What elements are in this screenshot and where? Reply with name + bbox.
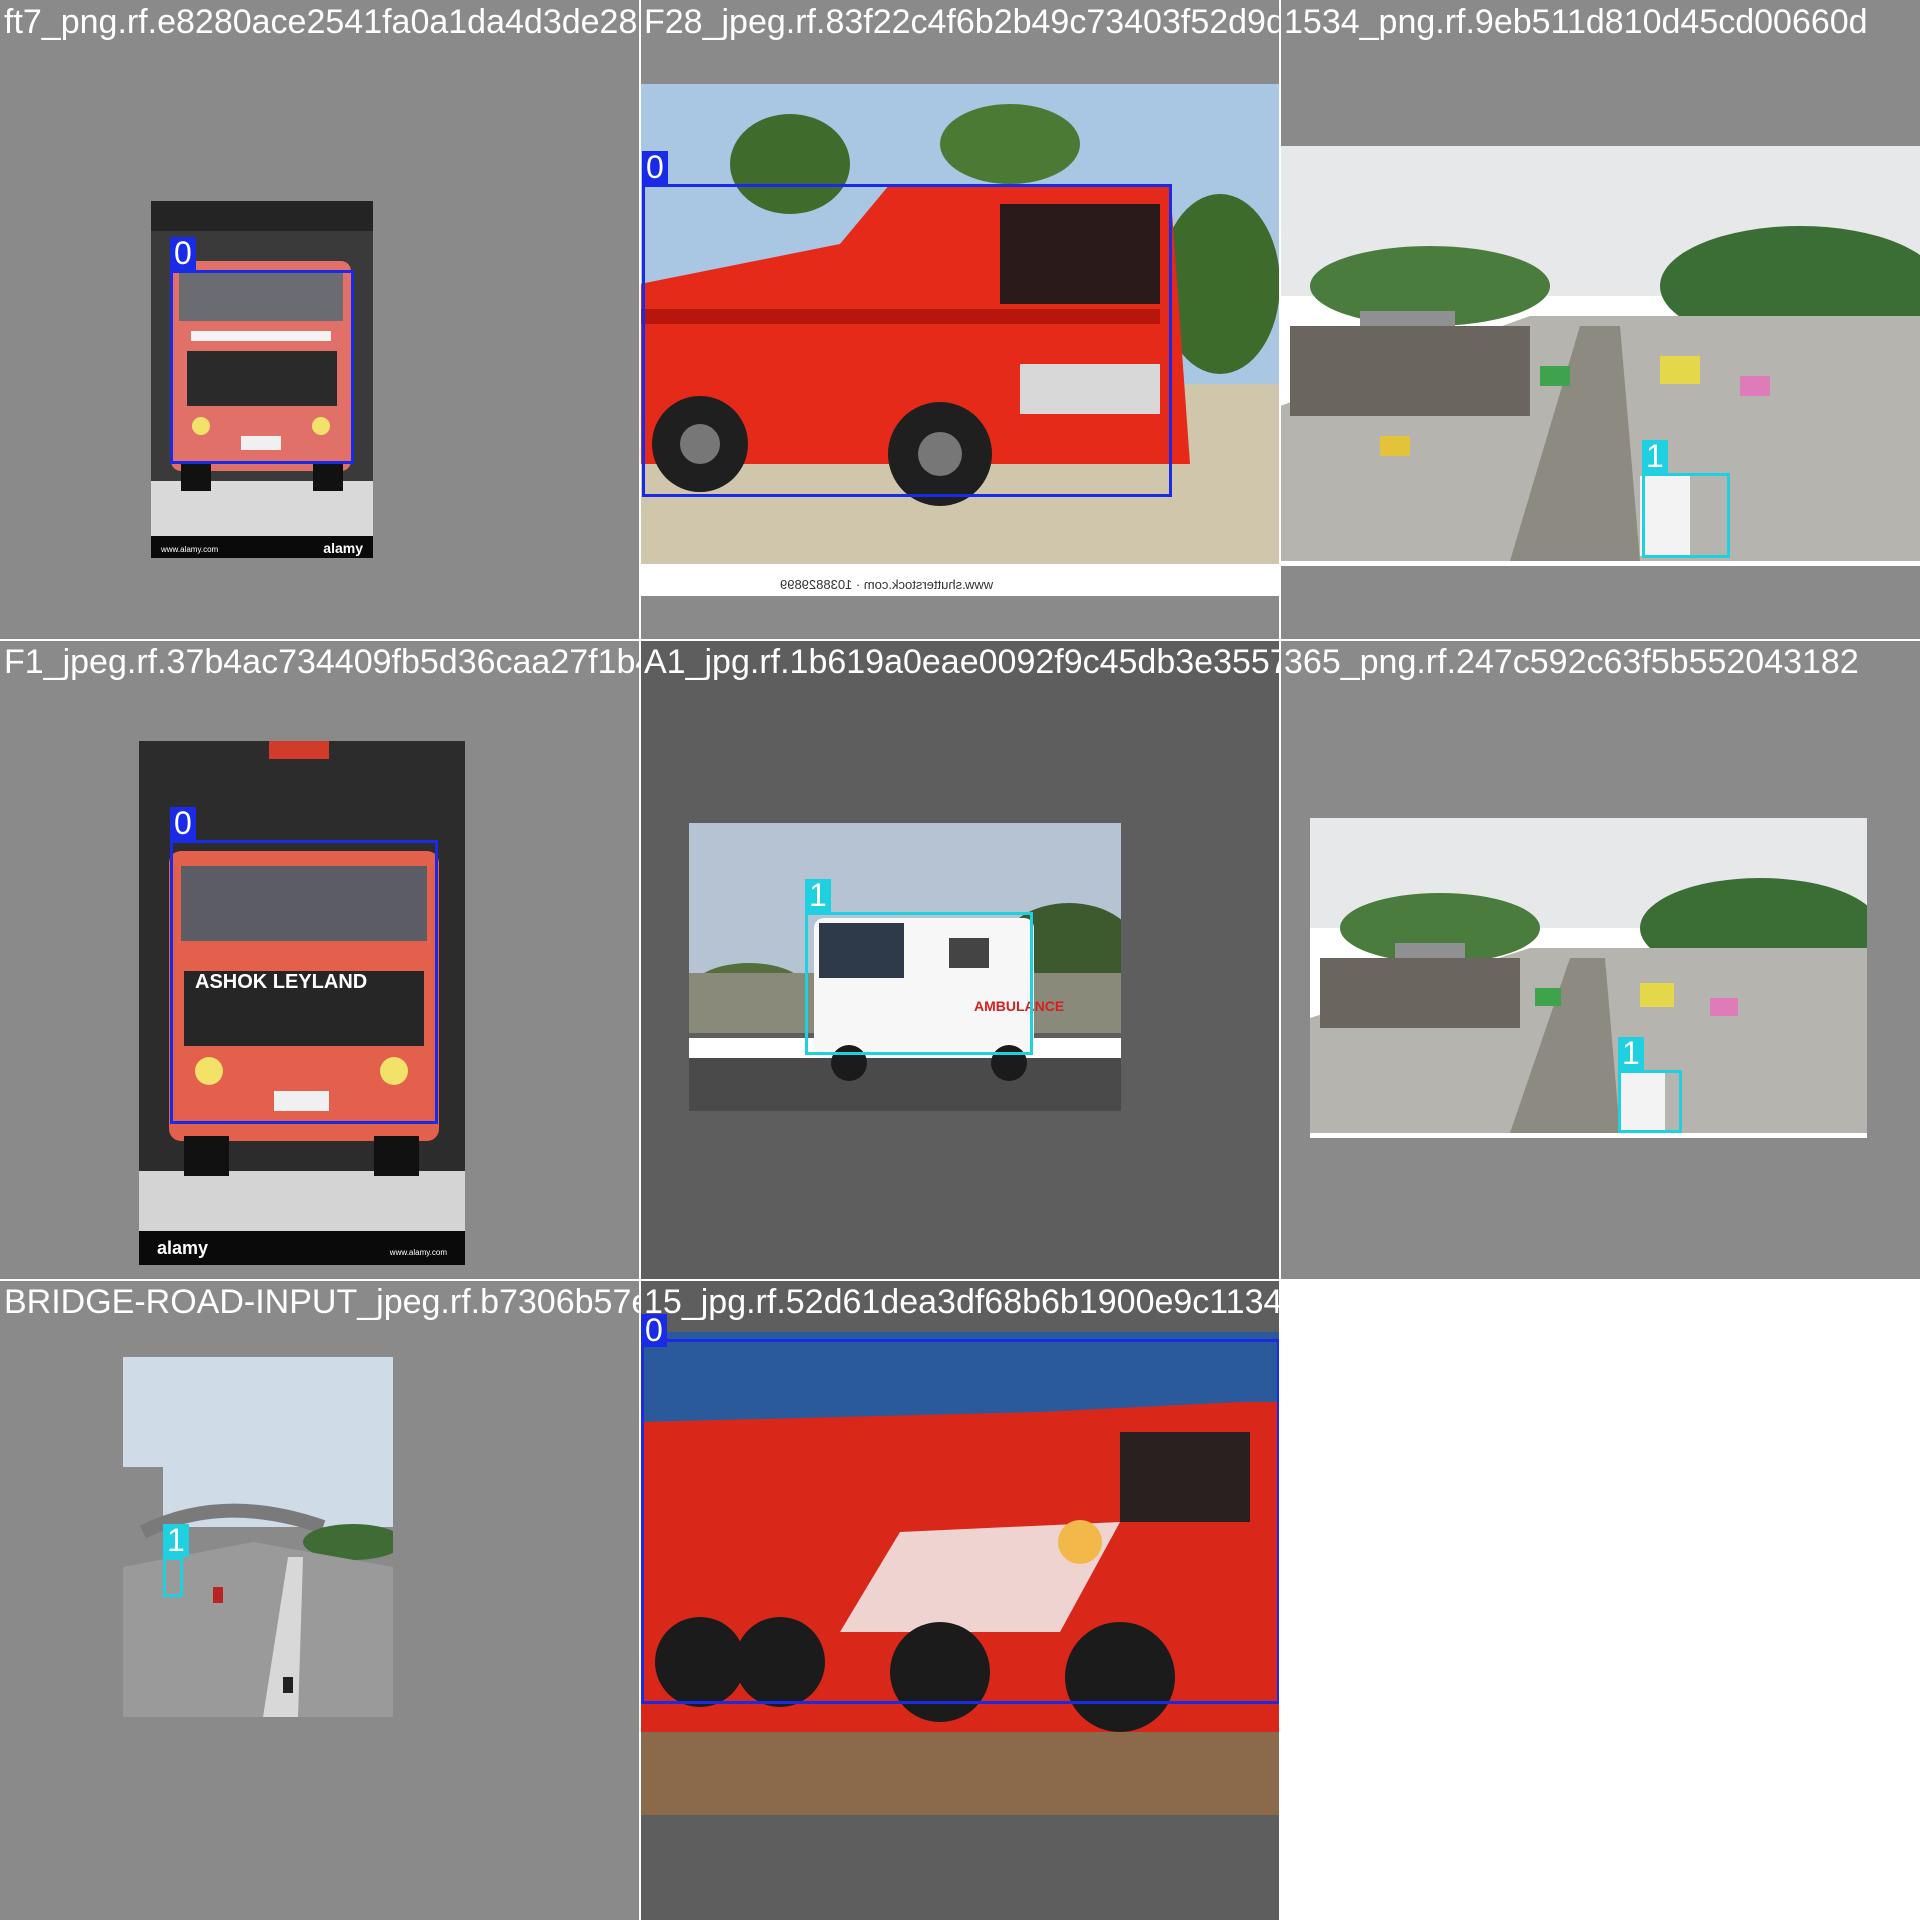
class-label: 0 — [642, 151, 668, 184]
class-label: 1 — [1642, 440, 1668, 473]
bounding-box[interactable]: 1 — [1618, 1037, 1682, 1133]
class-label: 0 — [170, 807, 196, 840]
bounding-box[interactable]: 1 — [805, 879, 1033, 1055]
class-label: 0 — [170, 237, 196, 270]
tile-6[interactable]: 365_png.rf.247c592c63f5b552043182 1 — [1280, 640, 1920, 1280]
watermark-text: alamy — [157, 1238, 209, 1258]
tile-8[interactable]: 15_jpg.rf.52d61dea3df68b6b1900e9c11340d4… — [640, 1280, 1280, 1920]
bounding-box[interactable]: 1 — [1642, 440, 1730, 558]
bounding-box[interactable]: 0 — [642, 151, 1172, 497]
grid-divider — [639, 0, 641, 1920]
tile-3[interactable]: 1534_png.rf.9eb511d810d45cd00660d 1 — [1280, 0, 1920, 640]
watermark-url: www.alamy.com — [389, 1248, 447, 1257]
class-label: 1 — [163, 1524, 189, 1557]
tile-title: 365_png.rf.247c592c63f5b552043182 — [1284, 643, 1859, 681]
watermark-text: alamy — [323, 540, 363, 556]
mosaic-grid: ft7_png.rf.e8280ace2541fa0a1da4d3de28606… — [0, 0, 1920, 1920]
tile-title: 15_jpg.rf.52d61dea3df68b6b1900e9c11340d4 — [644, 1283, 1280, 1321]
tile-title: A1_jpg.rf.1b619a0eae0092f9c45db3e35572fe — [644, 643, 1280, 681]
tile-title: F1_jpeg.rf.37b4ac734409fb5d36caa27f1b479… — [4, 643, 640, 681]
watermark-url: www.alamy.com — [161, 545, 219, 554]
grid-divider — [0, 639, 1920, 641]
tile-title: BRIDGE-ROAD-INPUT_jpeg.rf.b7306b57e8fa1 — [4, 1283, 640, 1321]
watermark-text: www.shutterstock.com · 1038829899 — [780, 577, 994, 592]
road-traffic-photo — [1310, 818, 1867, 1138]
tile-title: ft7_png.rf.e8280ace2541fa0a1da4d3de28606… — [4, 3, 640, 41]
tile-title: F28_jpeg.rf.83f22c4f6b2b49c73403f52d9d34… — [644, 3, 1280, 41]
bounding-box[interactable]: 1 — [163, 1524, 189, 1597]
tile-title: 1534_png.rf.9eb511d810d45cd00660d — [1284, 3, 1868, 41]
tile-2[interactable]: F28_jpeg.rf.83f22c4f6b2b49c73403f52d9d34… — [640, 0, 1280, 640]
tile-1[interactable]: ft7_png.rf.e8280ace2541fa0a1da4d3de28606… — [0, 0, 640, 640]
road-traffic-illustration — [1280, 146, 1920, 566]
tile-4[interactable]: F1_jpeg.rf.37b4ac734409fb5d36caa27f1b479… — [0, 640, 640, 1280]
tile-7[interactable]: BRIDGE-ROAD-INPUT_jpeg.rf.b7306b57e8fa1 … — [0, 1280, 640, 1920]
road-traffic-photo — [1280, 146, 1920, 566]
grid-divider — [0, 1279, 1920, 1281]
tile-5[interactable]: A1_jpg.rf.1b619a0eae0092f9c45db3e35572fe… — [640, 640, 1280, 1280]
class-label: 1 — [1618, 1037, 1644, 1070]
bounding-box[interactable]: 0 — [170, 237, 354, 464]
grid-divider — [1279, 0, 1281, 1920]
road-traffic-illustration — [1310, 818, 1867, 1138]
class-label: 1 — [805, 879, 831, 912]
bounding-box[interactable]: 0 — [170, 807, 438, 1124]
tile-9-empty — [1280, 1280, 1920, 1920]
bounding-box[interactable]: 0 — [641, 1314, 1280, 1704]
